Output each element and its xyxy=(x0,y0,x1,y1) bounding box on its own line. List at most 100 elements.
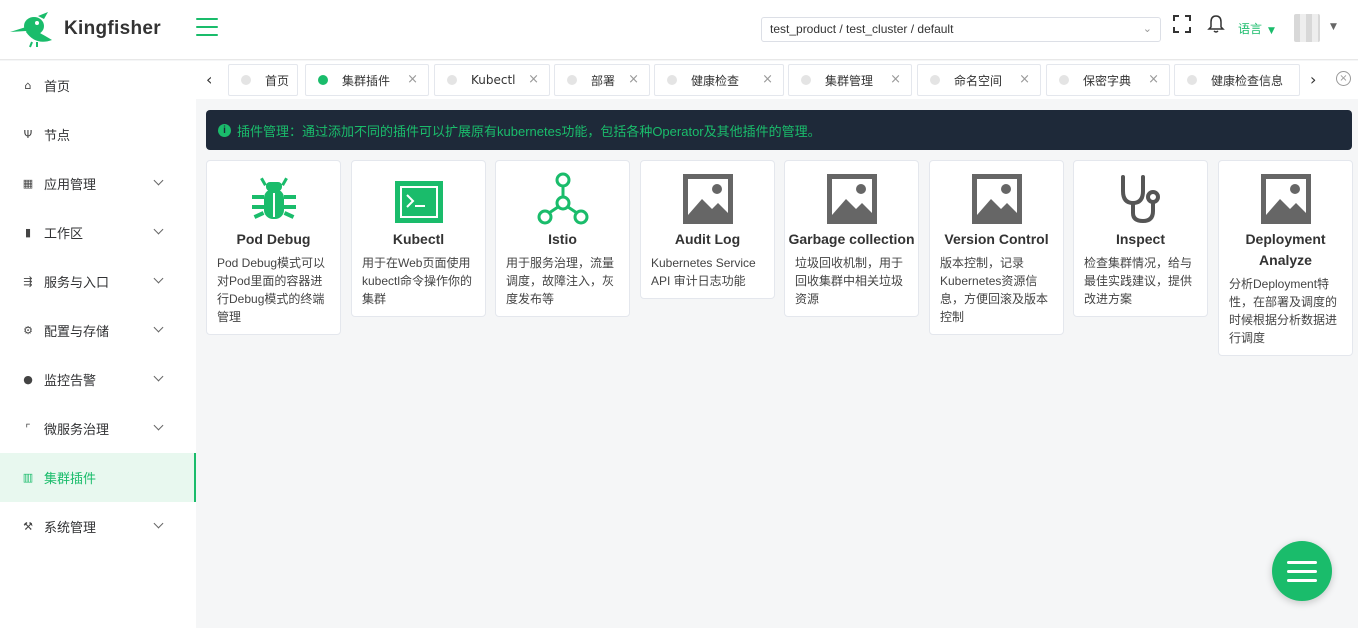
plugin-card[interactable]: Pod Debug Pod Debug模式可以对Pod里面的容器进行Debug模式… xyxy=(206,160,341,335)
sidebar-item-7[interactable]: ⌜ 微服务治理 xyxy=(0,404,196,453)
plugin-title: Garbage collection xyxy=(788,231,915,247)
plugin-card[interactable]: Audit Log Kubernetes Service API 审计日志功能 xyxy=(640,160,775,299)
fullscreen-icon[interactable] xyxy=(1173,15,1191,33)
chevron-down-icon xyxy=(153,322,164,333)
close-icon[interactable]: × xyxy=(628,72,639,87)
close-icon[interactable]: × xyxy=(1019,72,1030,87)
sidebar-item-label: 节点 xyxy=(44,129,71,144)
sidebar-item-2[interactable]: ▦ 应用管理 xyxy=(0,159,196,208)
plugin-title: Kubectl xyxy=(392,231,445,247)
tab-scroll-right-icon[interactable]: › xyxy=(1310,70,1316,89)
caret-down-icon[interactable]: ▼ xyxy=(1330,22,1337,32)
bar-chart-icon: ▮ xyxy=(24,226,32,239)
plugin-title: Istio xyxy=(548,231,577,247)
language-dropdown[interactable]: 语言 ▼ xyxy=(1238,20,1275,37)
tab-status-dot xyxy=(801,75,811,85)
plugin-card[interactable]: Inspect 检查集群情况，给与最佳实践建议，提供改进方案 xyxy=(1073,160,1208,317)
service-icon: ⇶ xyxy=(23,275,33,288)
sidebar-item-0[interactable]: ⌂ 首页 xyxy=(0,61,196,110)
bell-icon[interactable] xyxy=(1207,14,1225,34)
close-all-tabs-icon[interactable]: × xyxy=(1336,71,1351,86)
stethoscope-icon xyxy=(1074,161,1207,225)
plugin-card[interactable]: Istio 用于服务治理，流量调度，故障注入，灰度发布等 xyxy=(495,160,630,317)
plugin-card[interactable]: Deployment Analyze 分析Deployment特性，在部署及调度的… xyxy=(1218,160,1353,356)
tab-1[interactable]: 集群插件 × xyxy=(305,64,429,96)
plugin-icon: ▥ xyxy=(22,471,34,484)
tab-status-dot xyxy=(241,75,251,85)
close-icon[interactable]: × xyxy=(407,72,418,87)
app-name: Kingfisher xyxy=(64,18,161,39)
sidebar-item-label: 系统管理 xyxy=(44,521,97,536)
sidebar-item-4[interactable]: ⇶ 服务与入口 xyxy=(0,257,196,306)
app-logo[interactable]: Kingfisher xyxy=(8,10,161,48)
grid-icon: ▦ xyxy=(22,177,34,190)
avatar[interactable] xyxy=(1294,14,1320,42)
plugin-title: Pod Debug xyxy=(236,231,311,247)
terminal-icon xyxy=(352,161,485,225)
kingfisher-logo-icon xyxy=(10,12,52,48)
sidebar-item-5[interactable]: ⚙ 配置与存储 xyxy=(0,306,196,355)
plugin-title: Inspect xyxy=(1115,231,1165,247)
plugin-card[interactable]: Version Control 版本控制，记录Kubernetes资源信息，方便回… xyxy=(929,160,1064,335)
tab-scroll-left-icon[interactable]: ‹ xyxy=(206,70,212,89)
plugin-title: Deployment Analyze xyxy=(1245,231,1326,268)
caret-down-icon: ▼ xyxy=(1268,26,1275,36)
sidebar-item-8[interactable]: ▥ 集群插件 xyxy=(0,453,196,502)
tab-label: 首页 xyxy=(265,73,290,88)
tab-8[interactable]: 健康检查信息 xyxy=(1174,64,1300,96)
tab-4[interactable]: 健康检查 × xyxy=(654,64,784,96)
tab-label: 集群管理 xyxy=(825,73,874,88)
tab-label: 命名空间 xyxy=(954,73,1003,88)
tab-2[interactable]: Kubectl × xyxy=(434,64,550,96)
sidebar: ⌂ 首页 Ψ 节点 ▦ 应用管理 ▮ 工作区 ⇶ 服务与入口 ⚙ 配置与存储 ● 监控告警 ⌜ 微服务治理 ▥ 集… xyxy=(0,61,196,628)
sidebar-item-3[interactable]: ▮ 工作区 xyxy=(0,208,196,257)
alert-icon: ● xyxy=(23,373,33,386)
tab-6[interactable]: 命名空间 × xyxy=(917,64,1041,96)
tab-0[interactable]: 首页 xyxy=(228,64,298,96)
plugin-description: Kubernetes Service API 审计日志功能 xyxy=(651,256,756,288)
close-icon[interactable]: × xyxy=(1148,72,1159,87)
close-icon[interactable]: × xyxy=(890,72,901,87)
plugin-title: Version Control xyxy=(944,231,1049,247)
chevron-down-icon: ⌄ xyxy=(1142,23,1152,35)
tab-5[interactable]: 集群管理 × xyxy=(788,64,912,96)
close-icon[interactable]: × xyxy=(762,72,773,87)
cluster-select[interactable]: test_product / test_cluster / default ⌄ xyxy=(761,17,1161,42)
sidebar-item-label: 工作区 xyxy=(44,227,84,242)
tab-7[interactable]: 保密字典 × xyxy=(1046,64,1170,96)
tab-label: 健康检查 xyxy=(691,73,740,88)
network-icon xyxy=(496,161,629,225)
sidebar-item-label: 集群插件 xyxy=(44,472,97,487)
sidebar-item-6[interactable]: ● 监控告警 xyxy=(0,355,196,404)
tab-label: 集群插件 xyxy=(342,73,391,88)
plugin-description: Pod Debug模式可以对Pod里面的容器进行Debug模式的终端管理 xyxy=(217,256,326,324)
plugin-card[interactable]: Garbage collection 垃圾回收机制，用于回收集群中相关垃圾资源 xyxy=(784,160,919,317)
gear-icon: ⚙ xyxy=(23,324,33,337)
sidebar-item-1[interactable]: Ψ 节点 xyxy=(0,110,196,159)
tab-status-dot xyxy=(667,75,677,85)
node-icon: Ψ xyxy=(23,128,33,141)
plugin-card[interactable]: Kubectl 用于在Web页面使用kubectl命令操作你的集群 xyxy=(351,160,486,317)
chevron-down-icon xyxy=(153,518,164,529)
sidebar-item-9[interactable]: ⚒ 系统管理 xyxy=(0,502,196,551)
tab-label: Kubectl xyxy=(471,73,516,87)
chevron-down-icon xyxy=(153,175,164,186)
tab-status-dot xyxy=(567,75,577,85)
plugin-description: 检查集群情况，给与最佳实践建议，提供改进方案 xyxy=(1084,256,1193,306)
menu-toggle-icon[interactable] xyxy=(196,18,218,36)
sidebar-item-label: 微服务治理 xyxy=(44,423,110,438)
tab-3[interactable]: 部署 × xyxy=(554,64,650,96)
info-icon: i xyxy=(218,123,231,137)
image-icon xyxy=(1219,161,1352,225)
info-banner: i 插件管理：通过添加不同的插件可以扩展原有kubernetes功能，包括各种O… xyxy=(206,110,1352,150)
floating-menu-button[interactable] xyxy=(1272,541,1332,601)
plugin-title: Audit Log xyxy=(674,231,741,247)
close-icon[interactable]: × xyxy=(528,72,539,87)
tab-status-dot xyxy=(318,75,328,85)
tab-status-dot xyxy=(1187,75,1197,85)
chevron-down-icon xyxy=(153,371,164,382)
tab-status-dot xyxy=(447,75,457,85)
banner-text: 插件管理：通过添加不同的插件可以扩展原有kubernetes功能，包括各种Ope… xyxy=(237,123,821,139)
sidebar-item-label: 配置与存储 xyxy=(44,325,110,340)
plugin-description: 版本控制，记录Kubernetes资源信息，方便回滚及版本控制 xyxy=(940,256,1049,324)
